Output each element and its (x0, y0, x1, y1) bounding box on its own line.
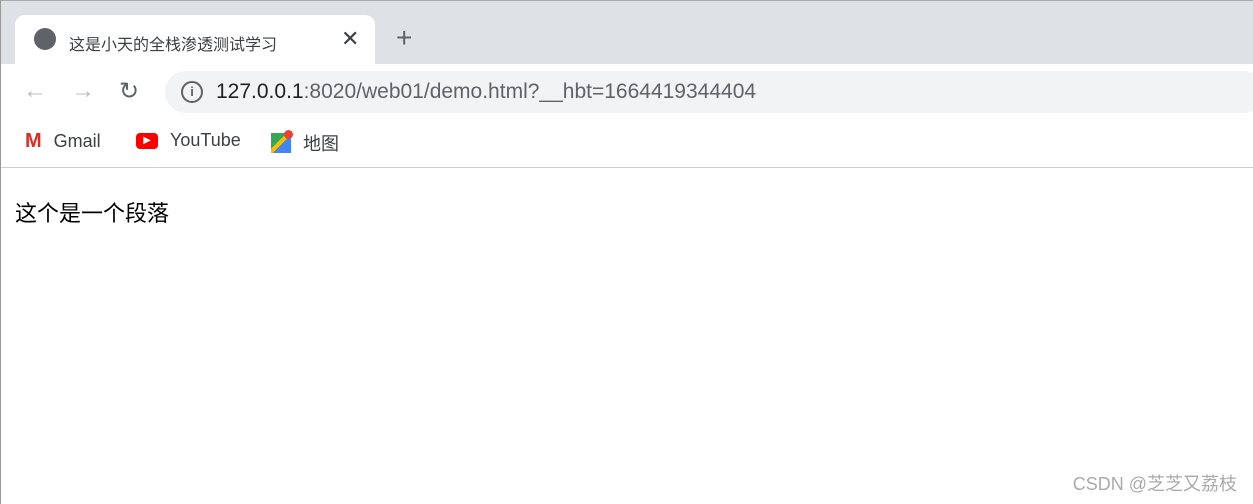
bookmark-maps[interactable]: 地图 (271, 130, 339, 156)
bookmark-gmail[interactable]: M Gmail (25, 130, 101, 153)
info-icon[interactable]: i (181, 81, 203, 103)
back-button[interactable]: ← (23, 77, 47, 105)
bookmark-label: YouTube (170, 130, 241, 150)
address-bar[interactable]: i 127.0.0.1:8020/web01/demo.html?__hbt=1… (165, 71, 1253, 113)
tab-strip: 这是小天的全栈渗透测试学习 ✕ + (1, 0, 1253, 65)
forward-button[interactable]: → (71, 77, 95, 105)
url-text[interactable]: 127.0.0.1:8020/web01/demo.html?__hbt=166… (216, 80, 756, 104)
tab-title: 这是小天的全栈渗透测试学习 (69, 37, 278, 54)
maps-icon (271, 130, 293, 153)
bookmark-youtube[interactable]: ▶ YouTube (136, 130, 241, 151)
bookmark-label: Gmail (53, 131, 101, 151)
url-host: 127.0.0.1 (216, 80, 304, 103)
toolbar: ← → ↻ i 127.0.0.1:8020/web01/demo.html?_… (1, 64, 1253, 120)
url-path: :8020/web01/demo.html?__hbt=166441934440… (303, 80, 757, 103)
reload-button[interactable]: ↻ (119, 77, 139, 106)
bookmark-label: 地图 (303, 134, 339, 154)
bookmarks-bar: M Gmail ▶ YouTube 地图 (1, 120, 1253, 168)
globe-icon (34, 28, 56, 50)
youtube-icon: ▶ (136, 132, 158, 149)
close-tab-icon[interactable]: ✕ (341, 26, 359, 52)
active-tab[interactable]: 这是小天的全栈渗透测试学习 ✕ (15, 15, 375, 65)
gmail-icon: M (25, 130, 42, 152)
new-tab-button[interactable]: + (396, 23, 412, 53)
paragraph: 这个是一个段落 (15, 201, 170, 226)
watermark: CSDN @芝芝又荔枝 (1072, 474, 1237, 494)
